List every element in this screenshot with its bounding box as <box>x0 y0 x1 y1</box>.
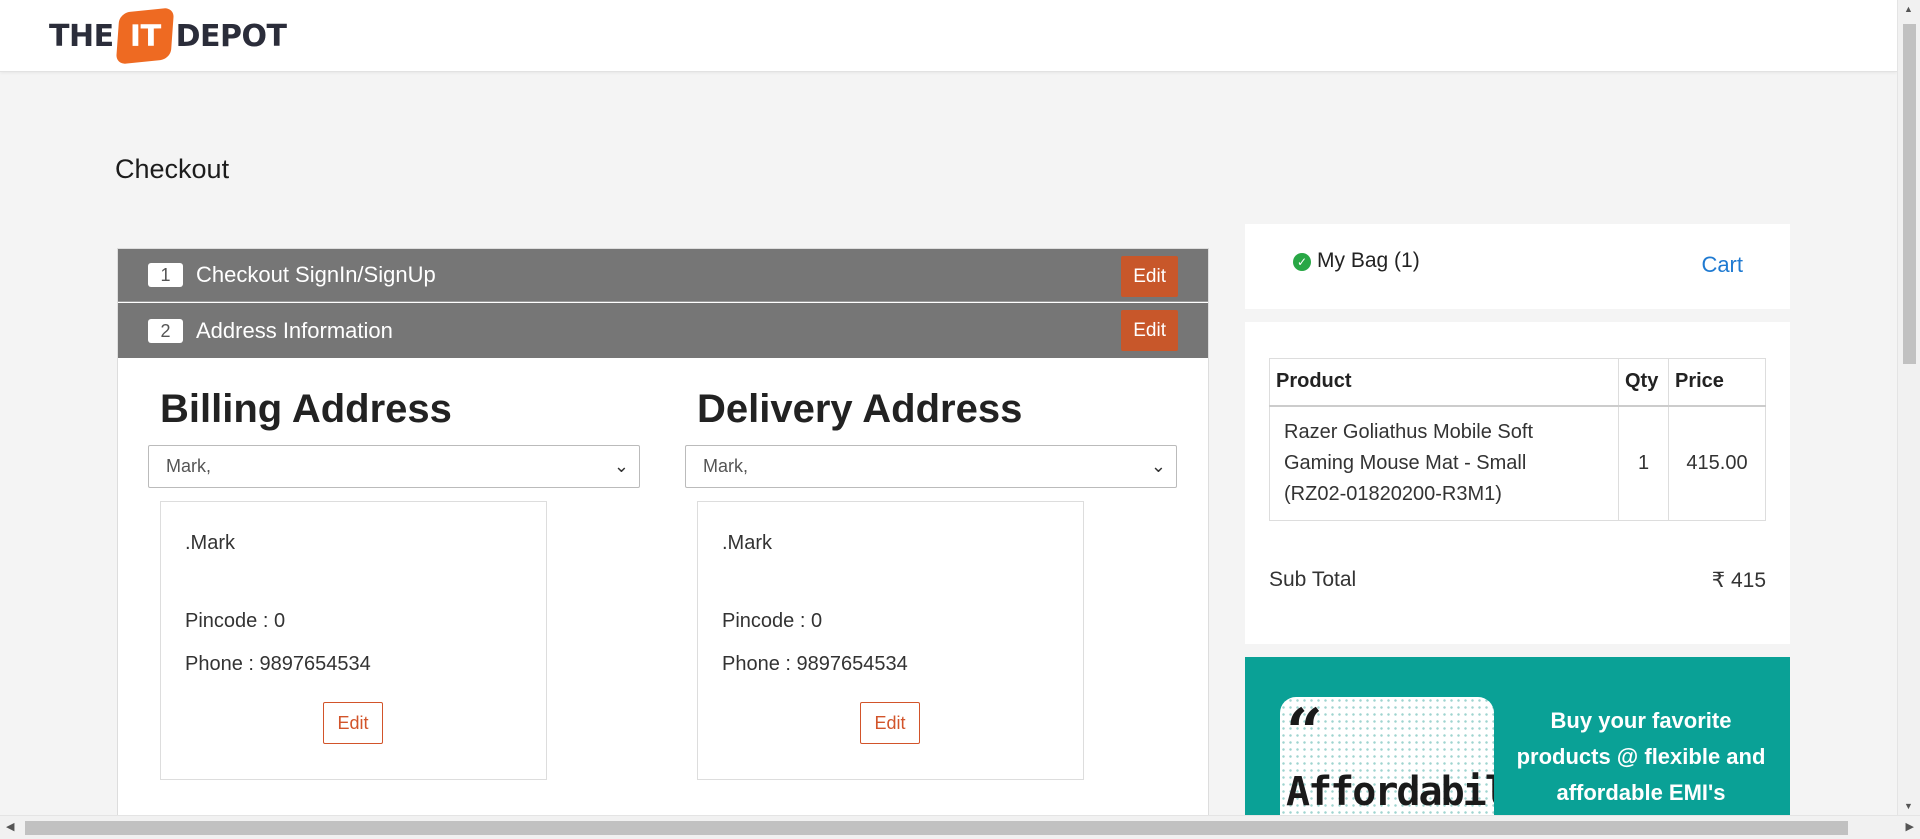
affordability-card: “ Affordability <box>1280 697 1494 815</box>
vertical-scroll-thumb[interactable] <box>1903 24 1916 364</box>
logo-text-the: THE <box>49 18 114 54</box>
scroll-up-icon[interactable]: ▲ <box>1904 4 1913 14</box>
quote-icon: “ <box>1286 697 1323 770</box>
delivery-address-select[interactable]: Mark, ⌄ <box>685 445 1177 488</box>
emi-promo-banner[interactable]: “ Affordability Buy your favorite produc… <box>1245 657 1790 815</box>
product-line: (RZ02-01820200-R3M1) <box>1284 482 1502 505</box>
site-logo[interactable]: THE IT DEPOT <box>49 7 287 65</box>
billing-address-title: Billing Address <box>160 387 452 431</box>
promo-line: products @ flexible and <box>1516 744 1766 769</box>
cart-product-name: Razer Goliathus Mobile Soft Gaming Mouse… <box>1269 405 1619 521</box>
chevron-down-icon: ⌄ <box>613 456 629 476</box>
promo-text: Buy your favorite products @ flexible an… <box>1513 703 1769 811</box>
my-bag-label: My Bag (1) <box>1317 249 1420 272</box>
subtotal-value: ₹ 415 <box>1711 569 1766 592</box>
scroll-down-icon[interactable]: ▼ <box>1904 801 1913 811</box>
delivery-select-value: Mark, <box>703 456 748 476</box>
billing-pincode: Pincode : 0 <box>185 610 286 632</box>
product-line: Gaming Mouse Mat - Small <box>1284 451 1527 474</box>
promo-line: affordable EMI's <box>1556 780 1726 805</box>
logo-text-depot: DEPOT <box>175 18 287 54</box>
step-label: Address Information <box>196 317 393 343</box>
horizontal-scrollbar[interactable]: ◀ ▶ <box>0 815 1920 839</box>
delivery-address-title: Delivery Address <box>697 387 1023 431</box>
step-number: 2 <box>148 318 183 343</box>
delivery-phone: Phone : 9897654534 <box>722 653 908 675</box>
checkout-steps-panel: 1 Checkout SignIn/SignUp Edit 2 Address … <box>117 248 1209 816</box>
cart-price: 415.00 <box>1668 405 1766 521</box>
billing-phone: Phone : 9897654534 <box>185 653 371 675</box>
table-row: Razer Goliathus Mobile Soft Gaming Mouse… <box>1269 405 1766 521</box>
logo-badge: IT <box>115 7 174 65</box>
delivery-address-card: .Mark Pincode : 0 Phone : 9897654534 Edi… <box>697 501 1084 780</box>
scroll-right-icon[interactable]: ▶ <box>1906 820 1914 833</box>
cart-qty: 1 <box>1618 405 1669 521</box>
step-address: 2 Address Information Edit <box>118 303 1208 358</box>
billing-select-value: Mark, <box>166 456 211 476</box>
scroll-left-icon[interactable]: ◀ <box>6 820 14 833</box>
chevron-down-icon: ⌄ <box>1150 456 1166 476</box>
step-signin-edit-button[interactable]: Edit <box>1121 256 1178 297</box>
cart-header-row: Product Qty Price <box>1269 358 1766 407</box>
cart-summary: Product Qty Price Razer Goliathus Mobile… <box>1245 322 1790 644</box>
column-header-qty: Qty <box>1618 358 1669 407</box>
step-address-edit-button[interactable]: Edit <box>1121 310 1178 351</box>
billing-address-card: .Mark Pincode : 0 Phone : 9897654534 Edi… <box>160 501 547 780</box>
check-circle-icon: ✓ <box>1293 253 1311 271</box>
delivery-name: .Mark <box>722 532 772 554</box>
step-label: Checkout SignIn/SignUp <box>196 262 436 287</box>
affordability-word: Affordability <box>1286 769 1494 815</box>
column-header-product: Product <box>1269 358 1619 407</box>
billing-address-select[interactable]: Mark, ⌄ <box>148 445 640 488</box>
delivery-edit-button[interactable]: Edit <box>860 702 920 744</box>
delivery-pincode: Pincode : 0 <box>722 610 823 632</box>
cart-table: Product Qty Price Razer Goliathus Mobile… <box>1269 358 1766 521</box>
step-signin: 1 Checkout SignIn/SignUp Edit <box>118 249 1208 302</box>
cart-link[interactable]: Cart <box>1701 252 1743 278</box>
page-title: Checkout <box>115 154 230 184</box>
subtotal-label: Sub Total <box>1269 568 1357 591</box>
horizontal-scroll-thumb[interactable] <box>25 821 1848 835</box>
billing-name: .Mark <box>185 532 235 554</box>
billing-edit-button[interactable]: Edit <box>323 702 383 744</box>
promo-line: Buy your favorite <box>1550 708 1732 733</box>
my-bag-box: ✓ My Bag (1) Cart <box>1245 224 1790 309</box>
vertical-scrollbar[interactable]: ▲ ▼ <box>1897 0 1920 815</box>
product-line: Razer Goliathus Mobile Soft <box>1284 420 1534 443</box>
logo-badge-text: IT <box>128 18 161 54</box>
site-header: THE IT DEPOT <box>0 0 1897 72</box>
step-number: 1 <box>148 263 183 287</box>
column-header-price: Price <box>1668 358 1766 407</box>
